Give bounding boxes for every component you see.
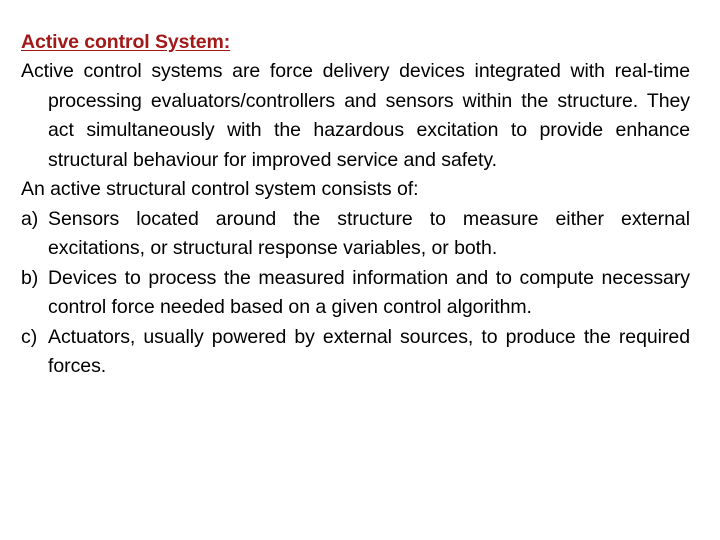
list-item: c) Actuators, usually powered by externa… [21, 323, 690, 382]
lead-in-paragraph: An active structural control system cons… [21, 178, 419, 200]
consists-of-list: a) Sensors located around the structure … [21, 205, 690, 382]
list-item-text-b: Devices to process the measured informat… [48, 266, 690, 319]
intro-paragraph: Active control systems are force deliver… [21, 60, 690, 171]
slide-canvas: Active control System: Active control sy… [0, 0, 720, 540]
list-marker-c: c) [21, 325, 38, 348]
list-item: b) Devices to process the measured infor… [21, 264, 690, 323]
slide-heading: Active control System: [21, 31, 231, 53]
list-item-text-a: Sensors located around the structure to … [48, 207, 690, 260]
list-item: a) Sensors located around the structure … [21, 205, 690, 264]
list-item-text-c: Actuators, usually powered by external s… [48, 325, 690, 378]
list-marker-a: a) [21, 207, 39, 230]
list-marker-b: b) [21, 266, 39, 289]
